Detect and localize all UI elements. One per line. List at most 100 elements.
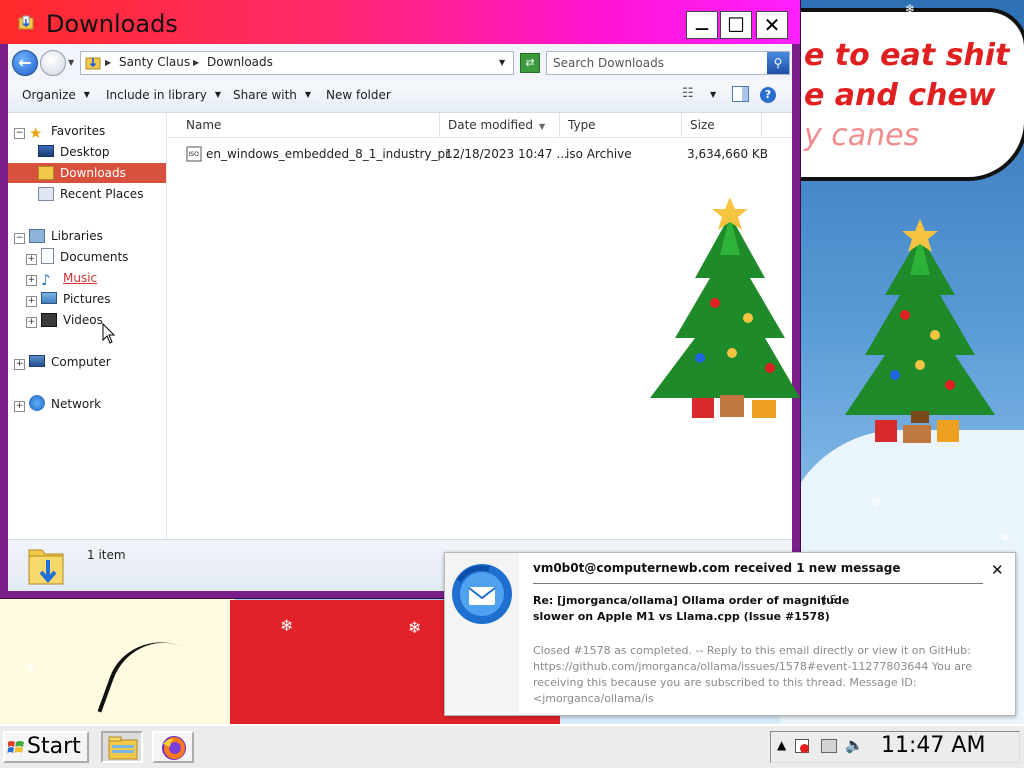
include-in-library-button[interactable]: Include in library ▼ bbox=[106, 88, 221, 102]
column-header-date-label: Date modified bbox=[448, 118, 534, 132]
forward-button[interactable] bbox=[40, 50, 66, 76]
history-dropdown-icon[interactable]: ▼ bbox=[68, 58, 74, 67]
maximize-icon: ☐ bbox=[727, 13, 745, 37]
snowflake-icon: ❄ bbox=[408, 618, 422, 637]
chevron-right-icon[interactable]: ▶ bbox=[193, 58, 199, 67]
nav-videos[interactable]: + Videos bbox=[26, 310, 103, 330]
email-notification[interactable]: vm0b0t@computernewb.com received 1 new m… bbox=[444, 552, 1016, 716]
expand-icon[interactable]: + bbox=[26, 254, 37, 265]
nav-desktop-label: Desktop bbox=[60, 145, 110, 159]
nav-computer-label: Computer bbox=[51, 355, 111, 369]
action-center-flag-icon[interactable] bbox=[795, 739, 809, 753]
show-hidden-icons-chevron-up-icon[interactable]: ▲ bbox=[777, 738, 786, 752]
start-button[interactable]: Start bbox=[3, 731, 89, 763]
nav-recent-places-label: Recent Places bbox=[60, 187, 144, 201]
address-bar[interactable]: ▶ Santy Claus ▶ Downloads ▼ bbox=[80, 51, 514, 75]
expand-icon[interactable]: + bbox=[26, 275, 37, 286]
close-button[interactable]: ✕ bbox=[756, 11, 788, 39]
organize-label: Organize bbox=[22, 88, 76, 102]
refresh-button[interactable]: ⇄ bbox=[520, 53, 540, 73]
nav-favorites[interactable]: − ★ Favorites bbox=[14, 121, 105, 142]
nav-desktop[interactable]: Desktop bbox=[38, 142, 110, 162]
expand-icon[interactable]: + bbox=[14, 359, 25, 370]
file-date-modified: 12/18/2023 10:47 ... bbox=[445, 147, 568, 161]
folder-icon bbox=[85, 57, 101, 70]
chevron-down-icon: ▼ bbox=[304, 90, 312, 99]
nav-libraries[interactable]: − Libraries bbox=[14, 226, 103, 246]
computer-icon bbox=[29, 355, 45, 367]
notification-icon-panel bbox=[445, 553, 519, 713]
back-button[interactable]: ← bbox=[12, 50, 38, 76]
notification-divider bbox=[533, 583, 983, 584]
nav-downloads[interactable]: Downloads bbox=[8, 163, 166, 183]
item-count: 1 item bbox=[87, 548, 126, 562]
taskbar-explorer-button[interactable] bbox=[101, 731, 143, 763]
videos-icon bbox=[41, 313, 57, 327]
window-titlebar[interactable]: Downloads — ☐ ✕ bbox=[0, 0, 800, 44]
folder-download-icon bbox=[28, 549, 64, 585]
notification-heading: vm0b0t@computernewb.com received 1 new m… bbox=[533, 561, 901, 575]
share-with-button[interactable]: Share with ▼ bbox=[233, 88, 311, 102]
snowflake-icon: ❄ bbox=[870, 495, 882, 511]
desktop-icon bbox=[38, 145, 54, 157]
nav-music[interactable]: + ♪ Music bbox=[26, 268, 97, 289]
windows-logo-icon bbox=[7, 741, 24, 753]
recent-places-icon bbox=[38, 187, 54, 201]
new-folder-button[interactable]: New folder bbox=[326, 88, 391, 102]
expand-icon[interactable]: + bbox=[14, 401, 25, 412]
nav-pictures[interactable]: + Pictures bbox=[26, 289, 111, 309]
taskbar-firefox-button[interactable] bbox=[152, 731, 194, 763]
minimize-button[interactable]: — bbox=[686, 11, 718, 39]
pictures-icon bbox=[41, 292, 57, 304]
file-explorer-icon bbox=[108, 736, 138, 760]
organize-button[interactable]: Organize ▼ bbox=[22, 88, 90, 102]
column-header-type[interactable]: Type bbox=[560, 113, 682, 137]
nav-network[interactable]: + Network bbox=[14, 394, 101, 414]
column-header-name[interactable]: Name bbox=[178, 113, 440, 137]
notification-subject: Re: [jmorganca/ollama] Ollama order of m… bbox=[533, 594, 850, 623]
snowflake-icon: ❄ bbox=[905, 2, 916, 16]
star-icon: ★ bbox=[29, 124, 43, 142]
nav-computer[interactable]: + Computer bbox=[14, 352, 111, 372]
address-dropdown-icon[interactable]: ▼ bbox=[499, 58, 505, 67]
help-icon[interactable]: ? bbox=[760, 87, 776, 103]
view-options-icon[interactable]: ☷ bbox=[682, 86, 694, 101]
column-header-date-modified[interactable]: Date modified ▼ bbox=[440, 113, 560, 137]
nav-network-label: Network bbox=[51, 397, 102, 411]
system-tray: ▲ 🔈 11:47 AM bbox=[770, 731, 1020, 763]
file-row[interactable]: ISO en_windows_embedded_8_1_industry_pr.… bbox=[168, 143, 768, 165]
breadcrumb-santy-claus[interactable]: Santy Claus bbox=[119, 55, 190, 69]
collapse-icon[interactable]: − bbox=[14, 233, 25, 244]
window-title: Downloads bbox=[46, 10, 178, 38]
collapse-icon[interactable]: − bbox=[14, 128, 25, 139]
taskbar-clock[interactable]: 11:47 AM bbox=[881, 733, 985, 758]
file-name: en_windows_embedded_8_1_industry_pr... bbox=[206, 147, 461, 161]
chevron-right-icon[interactable]: ▶ bbox=[105, 58, 111, 67]
expand-icon[interactable]: + bbox=[26, 296, 37, 307]
search-icon: ⚲ bbox=[773, 56, 783, 70]
chevron-down-icon: ▼ bbox=[83, 90, 90, 99]
preview-pane-icon[interactable] bbox=[732, 86, 749, 102]
column-header-row: Name Date modified ▼ Type Size bbox=[168, 113, 792, 138]
view-dropdown-icon[interactable]: ▼ bbox=[710, 90, 716, 99]
network-tray-icon[interactable] bbox=[821, 739, 837, 753]
nav-documents[interactable]: + Documents bbox=[26, 247, 128, 267]
chevron-down-icon: ▼ bbox=[214, 90, 222, 99]
search-button[interactable]: ⚲ bbox=[767, 52, 789, 74]
close-icon: ✕ bbox=[763, 13, 781, 37]
mouse-cursor-icon bbox=[102, 323, 116, 344]
column-header-size[interactable]: Size bbox=[682, 113, 762, 137]
expand-icon[interactable]: + bbox=[26, 317, 37, 328]
maximize-button[interactable]: ☐ bbox=[720, 11, 752, 39]
notification-sender: J S bbox=[823, 593, 837, 606]
file-type: iso Archive bbox=[566, 147, 632, 161]
notification-close-icon[interactable]: ✕ bbox=[991, 561, 1004, 579]
christmas-tree-icon bbox=[650, 197, 800, 418]
explorer-window: Downloads — ☐ ✕ ← ▼ ▶ Santy Claus ▶ Down… bbox=[0, 0, 800, 598]
nav-recent-places[interactable]: Recent Places bbox=[38, 184, 143, 204]
breadcrumb-downloads[interactable]: Downloads bbox=[207, 55, 273, 69]
volume-icon[interactable]: 🔈 bbox=[845, 736, 864, 754]
search-input[interactable] bbox=[553, 54, 758, 72]
bubble-line-3: y canes bbox=[804, 118, 920, 153]
svg-text:ISO: ISO bbox=[189, 151, 200, 158]
